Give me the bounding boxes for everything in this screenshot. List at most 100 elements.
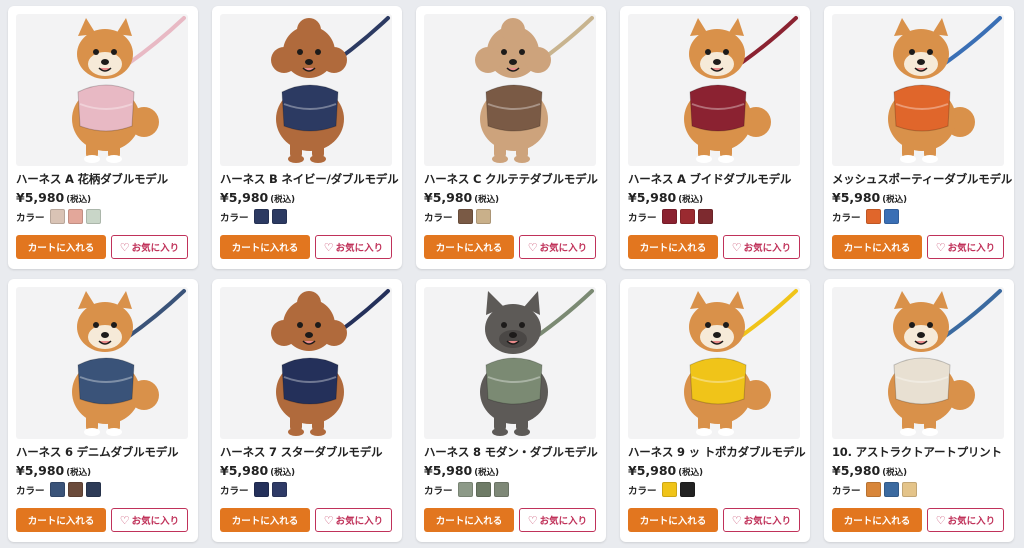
- product-name[interactable]: ハーネス 9 ッ トポカダブルモデル: [628, 444, 808, 460]
- add-to-cart-button[interactable]: カートに入れる: [424, 508, 514, 532]
- tax-label: (税込): [678, 195, 704, 205]
- favorite-button[interactable]: ♡ お気に入り: [723, 508, 800, 532]
- price-value: ¥5,980: [16, 190, 65, 205]
- color-swatch[interactable]: [901, 482, 917, 497]
- heart-icon: ♡: [527, 240, 538, 254]
- product-card[interactable]: ハーネス B ネイビー/ダブルモデル ¥5,980 (税込) カラーカートに入れる ♡ お…: [212, 6, 402, 269]
- color-swatch[interactable]: [697, 209, 713, 224]
- color-swatch[interactable]: [457, 482, 473, 497]
- product-price: ¥5,980 (税込): [424, 190, 499, 205]
- product-image[interactable]: [424, 287, 596, 439]
- product-name[interactable]: ハーネス A 花柄ダブルモデル: [16, 171, 196, 187]
- favorite-label: お気に入り: [131, 516, 180, 527]
- product-image[interactable]: [220, 14, 392, 166]
- favorite-button[interactable]: ♡ お気に入り: [519, 508, 596, 532]
- product-image[interactable]: [220, 287, 392, 439]
- product-name[interactable]: メッシュスポーティーダブルモデル: [832, 171, 1012, 187]
- favorite-button[interactable]: ♡ お気に入り: [111, 235, 188, 259]
- favorite-button[interactable]: ♡ お気に入り: [111, 508, 188, 532]
- color-swatch[interactable]: [661, 209, 677, 224]
- product-name[interactable]: ハーネス 7 スターダブルモデル: [220, 444, 400, 460]
- product-card[interactable]: ハーネス C クルテテダブルモデル ¥5,980 (税込) カラー カートに入れる ♡ お気…: [416, 6, 606, 269]
- favorite-button[interactable]: ♡ お気に入り: [927, 235, 1004, 259]
- color-swatch[interactable]: [67, 482, 83, 497]
- color-swatch[interactable]: [883, 482, 899, 497]
- product-name[interactable]: ハーネス 6 デニムダブルモデル: [16, 444, 196, 460]
- add-to-cart-button[interactable]: カートに入れる: [220, 235, 310, 259]
- color-swatch[interactable]: [49, 482, 65, 497]
- favorite-button[interactable]: ♡ お気に入り: [315, 235, 392, 259]
- product-card[interactable]: ハーネス A ブイドダブルモデル ¥5,980 (税込) カラーカートに入れる ♡ お気に…: [620, 6, 810, 269]
- color-swatch[interactable]: [493, 482, 509, 497]
- product-name[interactable]: ハーネス C クルテテダブルモデル: [424, 171, 604, 187]
- favorite-label: お気に入り: [743, 516, 792, 527]
- add-to-cart-button[interactable]: カートに入れる: [832, 508, 922, 532]
- color-swatches: カラー: [220, 209, 290, 224]
- tax-label: (税込): [882, 468, 908, 478]
- favorite-button[interactable]: ♡ お気に入り: [315, 508, 392, 532]
- price-value: ¥5,980: [220, 463, 269, 478]
- color-swatch[interactable]: [475, 209, 491, 224]
- color-swatch[interactable]: [661, 482, 677, 497]
- add-to-cart-button[interactable]: カートに入れる: [16, 508, 106, 532]
- add-to-cart-button[interactable]: カートに入れる: [628, 508, 718, 532]
- product-card[interactable]: 10. アストラクトアートプリント ¥5,980 (税込) カラー カートに入れる ♡ お気…: [824, 279, 1014, 542]
- heart-icon: ♡: [323, 513, 334, 527]
- product-image[interactable]: [16, 287, 188, 439]
- heart-icon: ♡: [935, 240, 946, 254]
- add-to-cart-button[interactable]: カートに入れる: [424, 235, 514, 259]
- product-name[interactable]: ハーネス B ネイビー/ダブルモデル: [220, 171, 400, 187]
- product-image[interactable]: [832, 14, 1004, 166]
- favorite-label: お気に入り: [947, 243, 996, 254]
- color-swatch[interactable]: [883, 209, 899, 224]
- product-price: ¥5,980 (税込): [832, 463, 907, 478]
- add-to-cart-button[interactable]: カートに入れる: [628, 235, 718, 259]
- product-price: ¥5,980 (税込): [220, 463, 295, 478]
- add-to-cart-button[interactable]: カートに入れる: [220, 508, 310, 532]
- product-price: ¥5,980 (税込): [424, 463, 499, 478]
- heart-icon: ♡: [731, 513, 742, 527]
- product-name[interactable]: ハーネス A ブイドダブルモデル: [628, 171, 808, 187]
- product-card[interactable]: ハーネス 9 ッ トポカダブルモデル ¥5,980 (税込) カラー カートに入れる ♡ お…: [620, 279, 810, 542]
- tax-label: (税込): [270, 468, 296, 478]
- favorite-button[interactable]: ♡ お気に入り: [723, 235, 800, 259]
- color-swatch[interactable]: [253, 209, 269, 224]
- color-swatch[interactable]: [865, 482, 881, 497]
- color-label: カラー: [16, 485, 45, 497]
- color-swatch[interactable]: [865, 209, 881, 224]
- favorite-button[interactable]: ♡ お気に入り: [519, 235, 596, 259]
- product-card[interactable]: ハーネス A 花柄ダブルモデル ¥5,980 (税込) カラー カートに入れる ♡ お気に入…: [8, 6, 198, 269]
- add-to-cart-button[interactable]: カートに入れる: [832, 235, 922, 259]
- product-name[interactable]: 10. アストラクトアートプリント: [832, 444, 1012, 460]
- price-value: ¥5,980: [628, 190, 677, 205]
- color-swatch[interactable]: [679, 482, 695, 497]
- heart-icon: ♡: [119, 513, 130, 527]
- color-swatch[interactable]: [253, 482, 269, 497]
- product-image[interactable]: [424, 14, 596, 166]
- product-image[interactable]: [628, 14, 800, 166]
- color-swatch[interactable]: [271, 482, 287, 497]
- color-swatch[interactable]: [457, 209, 473, 224]
- color-swatch[interactable]: [475, 482, 491, 497]
- product-name[interactable]: ハーネス 8 モダン・ダブルモデル: [424, 444, 604, 460]
- color-swatch[interactable]: [85, 482, 101, 497]
- favorite-button[interactable]: ♡ お気に入り: [927, 508, 1004, 532]
- color-swatches: カラー: [220, 482, 290, 497]
- color-swatch[interactable]: [67, 209, 83, 224]
- product-card[interactable]: ハーネス 7 スターダブルモデル ¥5,980 (税込) カラーカートに入れる ♡ お気に…: [212, 279, 402, 542]
- product-card[interactable]: ハーネス 6 デニムダブルモデル ¥5,980 (税込) カラー カートに入れる ♡ お気に…: [8, 279, 198, 542]
- color-swatch[interactable]: [271, 209, 287, 224]
- product-price: ¥5,980 (税込): [628, 190, 703, 205]
- color-swatch[interactable]: [679, 209, 695, 224]
- color-swatch[interactable]: [85, 209, 101, 224]
- add-to-cart-button[interactable]: カートに入れる: [16, 235, 106, 259]
- product-image[interactable]: [628, 287, 800, 439]
- product-card[interactable]: メッシュスポーティーダブルモデル ¥5,980 (税込) カラー カートに入れる ♡ お気に…: [824, 6, 1014, 269]
- product-image[interactable]: [16, 14, 188, 166]
- color-swatch[interactable]: [49, 209, 65, 224]
- tax-label: (税込): [66, 195, 92, 205]
- product-image[interactable]: [832, 287, 1004, 439]
- color-swatches: カラー: [628, 209, 716, 224]
- product-price: ¥5,980 (税込): [220, 190, 295, 205]
- product-card[interactable]: ハーネス 8 モダン・ダブルモデル ¥5,980 (税込) カラー カートに入れる ♡ お気…: [416, 279, 606, 542]
